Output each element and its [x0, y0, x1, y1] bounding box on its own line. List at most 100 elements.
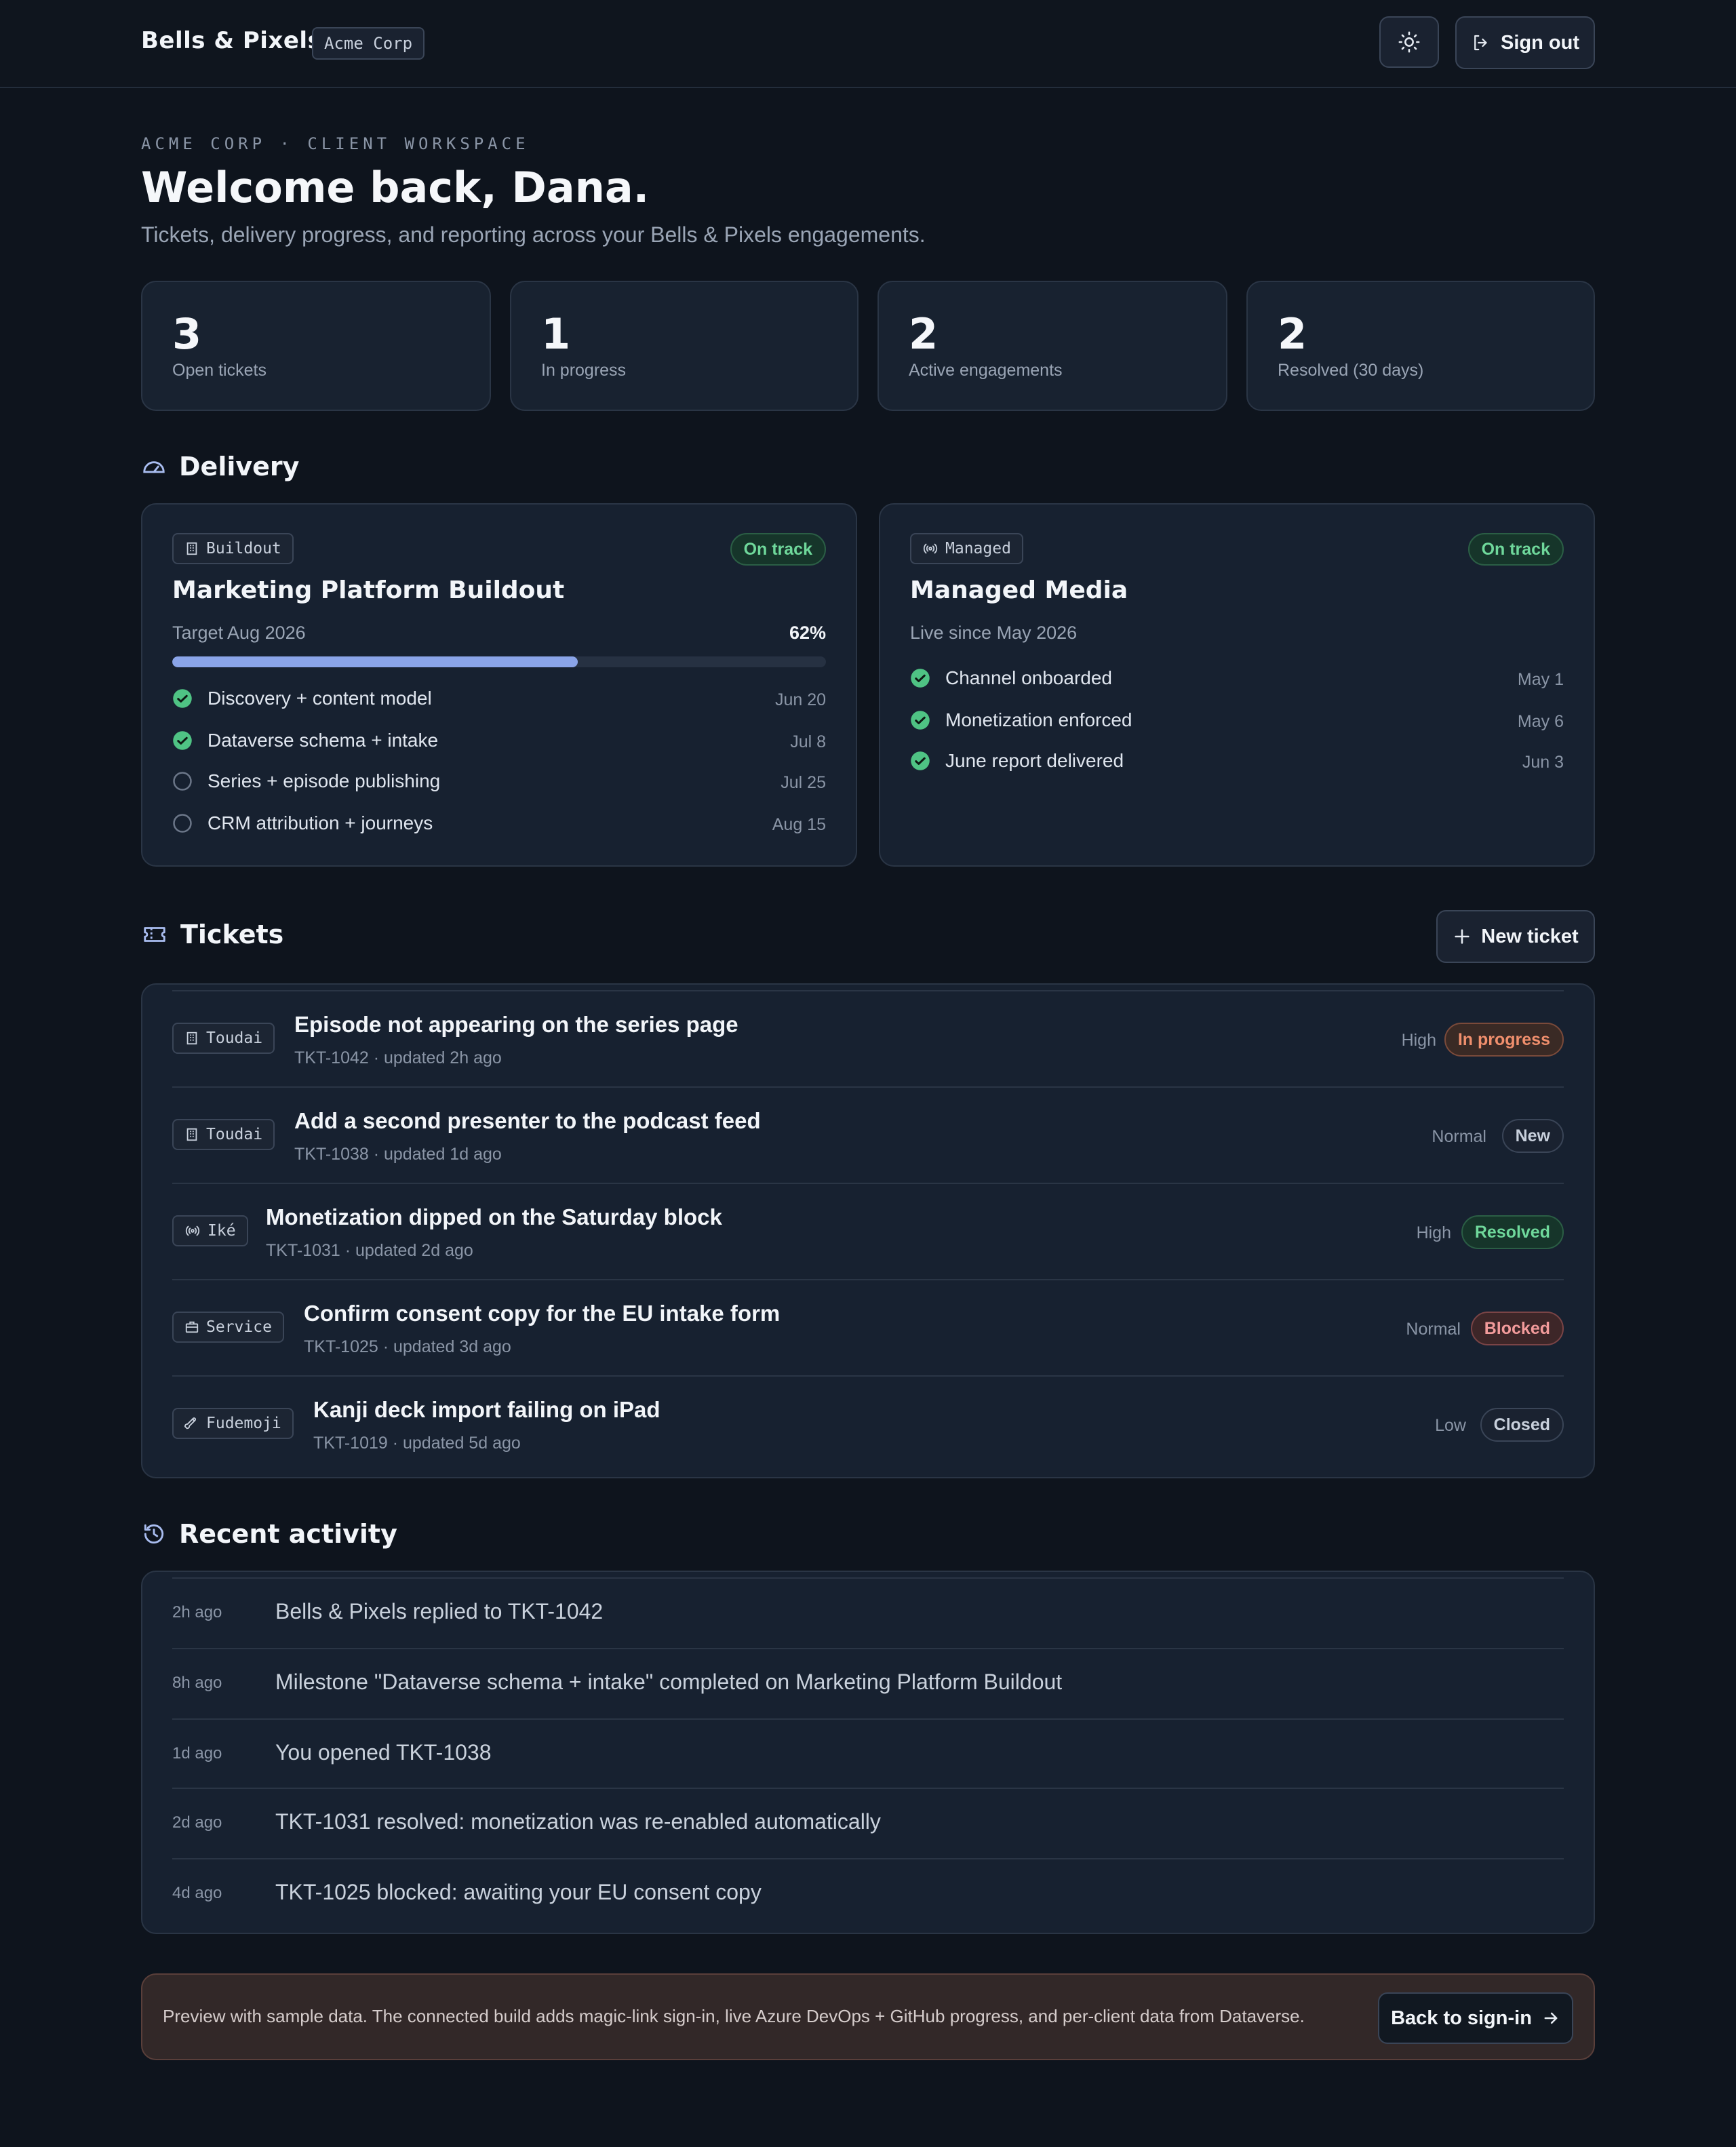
- check-circle-icon: [911, 711, 930, 730]
- ticket-title[interactable]: Monetization dipped on the Saturday bloc…: [266, 1204, 722, 1230]
- section-title-text: Delivery: [179, 452, 300, 481]
- ticket-priority: High: [1416, 1223, 1451, 1242]
- stat-value: 3: [172, 309, 202, 359]
- activity-feed: 2h ago Bells & Pixels replied to TKT-104…: [141, 1571, 1595, 1934]
- building-icon: [186, 1031, 197, 1045]
- ticket-priority: Low: [1435, 1416, 1466, 1435]
- activity-item: 1d ago You opened TKT-1038: [172, 1718, 1564, 1789]
- milestone-item: June report delivered: [910, 747, 1124, 774]
- milestone-item: Monetization enforced: [910, 707, 1132, 734]
- theme-toggle-button[interactable]: [1379, 16, 1439, 68]
- milestone-date: Jun 3: [1522, 753, 1564, 772]
- plus-icon: [1455, 929, 1469, 944]
- sun-icon: [1398, 31, 1420, 53]
- new-ticket-label: New ticket: [1481, 925, 1579, 947]
- activity-item: 2d ago TKT-1031 resolved: monetization w…: [172, 1788, 1564, 1858]
- page-subtitle: Tickets, delivery progress, and reportin…: [141, 222, 926, 247]
- stat-label: In progress: [541, 361, 627, 380]
- milestone-date: Jul 25: [781, 773, 826, 792]
- arrow-right-icon: [1544, 2012, 1558, 2024]
- engagement-card-buildout[interactable]: Buildout On track Marketing Platform Bui…: [141, 503, 857, 867]
- stat-resolved-30-days: 2 Resolved (30 days): [1246, 281, 1595, 411]
- milestone-item: CRM attribution + journeys: [172, 810, 433, 837]
- ticket-priority: High: [1401, 1031, 1436, 1050]
- activity-item: 8h ago Milestone "Dataverse schema + int…: [172, 1648, 1564, 1718]
- status-badge: On track: [1467, 533, 1564, 566]
- progress-percent: 62%: [789, 623, 826, 643]
- back-to-sign-in-label: Back to sign-in: [1391, 2007, 1532, 2029]
- status-badge: On track: [730, 533, 826, 566]
- activity-text: You opened TKT-1038: [275, 1740, 492, 1765]
- broadcast-icon: [185, 1225, 200, 1236]
- ticket-icon: [144, 927, 165, 942]
- ticket-title[interactable]: Kanji deck import failing on iPad: [313, 1397, 660, 1423]
- sign-out-icon: [1474, 35, 1487, 51]
- ticket-title[interactable]: Add a second presenter to the podcast fe…: [294, 1108, 761, 1134]
- activity-text: Bells & Pixels replied to TKT-1042: [275, 1599, 604, 1623]
- client-tag: Toudai: [172, 1119, 275, 1150]
- stat-value: 1: [541, 309, 571, 359]
- client-tag: Iké: [172, 1215, 248, 1246]
- ticket-priority: Normal: [1432, 1127, 1486, 1146]
- org-chip: Acme Corp: [312, 27, 425, 60]
- engagement-title: Managed Media: [910, 576, 1128, 604]
- ticket-row[interactable]: Iké Monetization dipped on the Saturday …: [172, 1183, 1564, 1279]
- delivery-section-title: Delivery: [141, 452, 299, 481]
- check-circle-icon: [173, 731, 192, 750]
- sign-out-label: Sign out: [1501, 31, 1579, 54]
- sign-out-button[interactable]: Sign out: [1455, 16, 1595, 69]
- ticket-row[interactable]: Fudemoji Kanji deck import failing on iP…: [172, 1375, 1564, 1472]
- activity-time: 2h ago: [172, 1603, 222, 1621]
- brand-name[interactable]: Bells & Pixels: [141, 27, 321, 54]
- ticket-status-badge: Blocked: [1470, 1312, 1564, 1345]
- ticket-meta: TKT-1042 · updated 2h ago: [294, 1048, 502, 1067]
- building-icon: [186, 542, 197, 555]
- tickets-list: Toudai Episode not appearing on the seri…: [141, 983, 1595, 1478]
- engagement-since: Live since May 2026: [910, 623, 1078, 643]
- check-circle-icon: [911, 669, 930, 688]
- progress-bar: [172, 656, 826, 667]
- activity-section-title: Recent activity: [141, 1519, 397, 1549]
- ticket-row[interactable]: Toudai Add a second presenter to the pod…: [172, 1086, 1564, 1183]
- section-title-text: Tickets: [180, 920, 284, 949]
- back-to-sign-in-button[interactable]: Back to sign-in: [1378, 1992, 1573, 2044]
- preview-banner-text: Preview with sample data. The connected …: [163, 2006, 1305, 2026]
- milestone-date: May 1: [1517, 670, 1564, 689]
- milestone-date: Jun 20: [774, 690, 826, 709]
- milestone-date: May 6: [1517, 712, 1564, 731]
- empty-circle-icon: [173, 772, 192, 791]
- activity-time: 4d ago: [172, 1884, 222, 1902]
- history-icon: [144, 1524, 164, 1544]
- activity-item: 2h ago Bells & Pixels replied to TKT-104…: [172, 1577, 1564, 1648]
- stat-label: Open tickets: [172, 361, 267, 380]
- ticket-priority: Normal: [1406, 1320, 1461, 1339]
- activity-item: 4d ago TKT-1025 blocked: awaiting your E…: [172, 1858, 1564, 1929]
- ticket-status-badge: Closed: [1480, 1408, 1564, 1442]
- activity-time: 1d ago: [172, 1744, 222, 1762]
- broadcast-icon: [923, 543, 938, 554]
- ticket-row[interactable]: Service Confirm consent copy for the EU …: [172, 1279, 1564, 1375]
- new-ticket-button[interactable]: New ticket: [1436, 910, 1595, 963]
- ticket-meta: TKT-1019 · updated 5d ago: [313, 1434, 521, 1453]
- ticket-title[interactable]: Confirm consent copy for the EU intake f…: [304, 1301, 780, 1326]
- activity-time: 8h ago: [172, 1674, 222, 1692]
- milestone-item: Discovery + content model: [172, 685, 432, 712]
- ticket-title[interactable]: Episode not appearing on the series page: [294, 1012, 738, 1038]
- workspace-eyebrow: ACME CORP · CLIENT WORKSPACE: [141, 134, 530, 153]
- milestone-item: Series + episode publishing: [172, 768, 440, 795]
- engagement-card-managed[interactable]: Managed On track Managed Media Live sinc…: [879, 503, 1595, 867]
- activity-text: TKT-1031 resolved: monetization was re-e…: [275, 1809, 881, 1834]
- section-title-text: Recent activity: [179, 1519, 397, 1549]
- preview-banner: Preview with sample data. The connected …: [141, 1973, 1595, 2060]
- empty-circle-icon: [173, 814, 192, 833]
- engagement-target: Target Aug 2026: [172, 623, 306, 643]
- engagement-type-tag: Buildout: [172, 533, 294, 564]
- ticket-row[interactable]: Toudai Episode not appearing on the seri…: [172, 990, 1564, 1086]
- ticket-status-badge: Resolved: [1461, 1215, 1564, 1249]
- stat-open-tickets: 3 Open tickets: [141, 281, 491, 411]
- engagement-type-tag: Managed: [910, 533, 1023, 564]
- briefcase-icon: [185, 1321, 199, 1333]
- client-tag: Service: [172, 1312, 284, 1343]
- engagement-title: Marketing Platform Buildout: [172, 576, 565, 604]
- stat-label: Resolved (30 days): [1278, 361, 1424, 380]
